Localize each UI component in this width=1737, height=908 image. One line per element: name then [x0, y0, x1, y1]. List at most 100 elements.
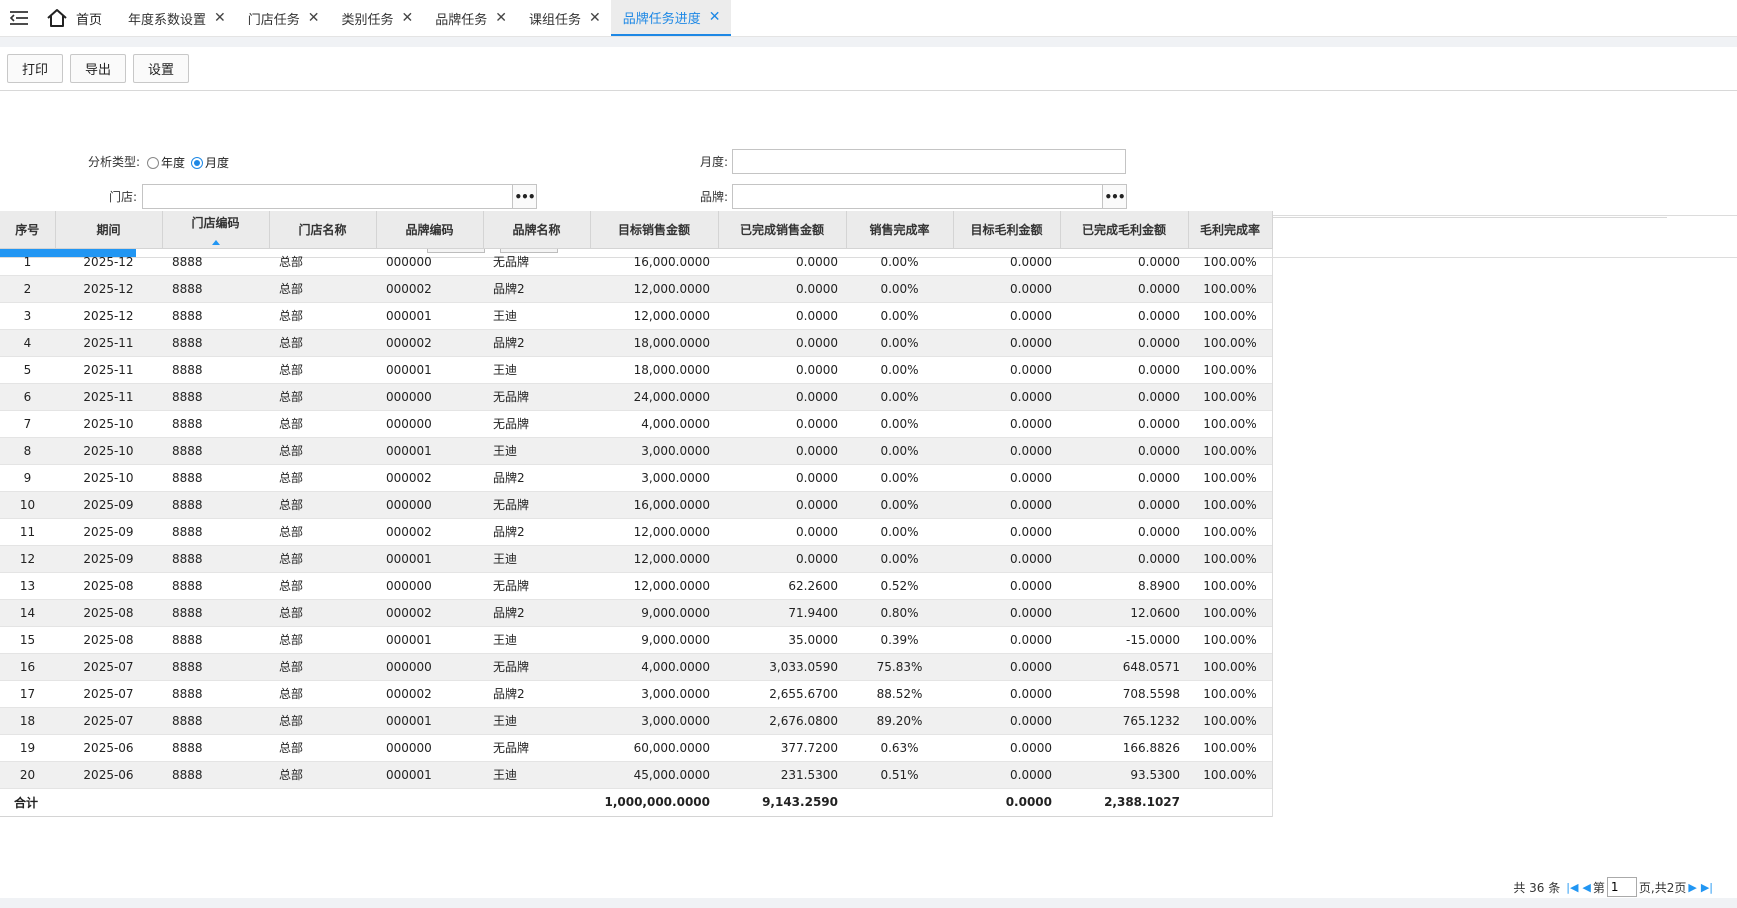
tab-brand-task[interactable]: 品牌任务 ✕: [423, 0, 517, 36]
cell-done-sales: 35.0000: [718, 626, 846, 654]
table-row[interactable]: 3 2025-12 8888 总部 000001 王迪 12,000.0000 0.0000 0…: [0, 302, 1272, 330]
column-header[interactable]: 毛利完成率: [1188, 211, 1273, 249]
column-header[interactable]: 已完成销售金额: [718, 211, 847, 249]
cell-brand-name: 品牌2: [483, 329, 590, 357]
cell-target-sales: 3,000.0000: [590, 464, 718, 492]
cell-done-profit: 0.0000: [1060, 356, 1188, 384]
prev-page-icon[interactable]: ◀: [1582, 881, 1590, 894]
brand-picker-button[interactable]: •••: [1103, 184, 1127, 209]
close-icon[interactable]: ✕: [709, 9, 721, 25]
cell-sales-rate: 89.20%: [846, 707, 953, 735]
table-row[interactable]: 5 2025-11 8888 总部 000001 王迪 18,000.0000 0.0000 0…: [0, 356, 1272, 384]
cell-done-profit: 93.5300: [1060, 761, 1188, 789]
table-row[interactable]: 2 2025-12 8888 总部 000002 品牌2 12,000.0000 0.0000…: [0, 275, 1272, 303]
cell-store-name: 总部: [269, 491, 376, 519]
store-input[interactable]: [142, 184, 513, 209]
export-button[interactable]: 导出: [70, 54, 127, 83]
cell-store-name: 总部: [269, 464, 376, 492]
column-header-store-code[interactable]: 门店编码: [162, 211, 270, 249]
cell-profit-rate: 100.00%: [1188, 410, 1272, 438]
cell-brand-code: 000001: [376, 626, 483, 654]
column-header[interactable]: 目标销售金额: [590, 211, 719, 249]
cell-target-profit: 0.0000: [953, 572, 1060, 600]
print-button[interactable]: 打印: [7, 54, 64, 83]
cell-profit-rate: 100.00%: [1188, 302, 1272, 330]
table-row[interactable]: 11 2025-09 8888 总部 000002 品牌2 12,000.0000 0.000…: [0, 518, 1272, 546]
column-header[interactable]: 期间: [55, 211, 163, 249]
cell-target-profit: 0.0000: [953, 734, 1060, 762]
tab-annual-coefficient[interactable]: 年度系数设置 ✕: [116, 0, 236, 36]
cell-index: 6: [0, 383, 55, 411]
column-header[interactable]: 已完成毛利金额: [1060, 211, 1189, 249]
menu-toggle-icon[interactable]: [0, 0, 38, 36]
table-row[interactable]: 8 2025-10 8888 总部 000001 王迪 3,000.0000 0.0000 0.…: [0, 437, 1272, 465]
column-header[interactable]: 品牌编码: [376, 211, 484, 249]
first-page-icon[interactable]: |◀: [1566, 881, 1578, 894]
table-row[interactable]: 19 2025-06 8888 总部 000000 无品牌 60,000.0000 377.7…: [0, 734, 1272, 762]
tab-store-task[interactable]: 门店任务 ✕: [236, 0, 330, 36]
last-page-icon[interactable]: ▶|: [1701, 881, 1713, 894]
tab-home[interactable]: 首页: [38, 0, 116, 36]
table-row[interactable]: 20 2025-06 8888 总部 000001 王迪 45,000.0000 231.53…: [0, 761, 1272, 789]
table-row[interactable]: 7 2025-10 8888 总部 000000 无品牌 4,000.0000 0.0000 0…: [0, 410, 1272, 438]
cell-period: 2025-07: [55, 680, 162, 708]
store-picker-button[interactable]: •••: [513, 184, 537, 209]
cell-sales-rate: 0.51%: [846, 761, 953, 789]
close-icon[interactable]: ✕: [589, 10, 601, 26]
column-header[interactable]: 门店名称: [269, 211, 377, 249]
column-header-label: 门店编码: [191, 216, 240, 230]
cell-brand-code: 000000: [376, 383, 483, 411]
table-row[interactable]: 18 2025-07 8888 总部 000001 王迪 3,000.0000 2,676.0…: [0, 707, 1272, 735]
column-header[interactable]: 目标毛利金额: [953, 211, 1061, 249]
cell-done-profit: 0.0000: [1060, 545, 1188, 573]
cell-done-profit: 0.0000: [1060, 275, 1188, 303]
table-row[interactable]: 4 2025-11 8888 总部 000002 品牌2 18,000.0000 0.0000…: [0, 329, 1272, 357]
next-page-icon[interactable]: ▶: [1688, 881, 1696, 894]
table-row[interactable]: 1 2025-12 8888 总部 000000 无品牌 16,000.0000 0.0000…: [0, 248, 1272, 276]
table-row[interactable]: 6 2025-11 8888 总部 000000 无品牌 24,000.0000 0.0000…: [0, 383, 1272, 411]
close-icon[interactable]: ✕: [214, 10, 226, 26]
close-icon[interactable]: ✕: [308, 10, 320, 26]
table-row[interactable]: 12 2025-09 8888 总部 000001 王迪 12,000.0000 0.0000…: [0, 545, 1272, 573]
column-header[interactable]: 品牌名称: [483, 211, 591, 249]
cell-brand-code: 000000: [376, 491, 483, 519]
cell-target-sales: 45,000.0000: [590, 761, 718, 789]
cell-sales-rate: 0.63%: [846, 734, 953, 762]
column-header[interactable]: 销售完成率: [846, 211, 954, 249]
cell-brand-name: 无品牌: [483, 734, 590, 762]
year-radio[interactable]: [147, 156, 159, 169]
month-input[interactable]: [732, 149, 1126, 174]
table-row[interactable]: 13 2025-08 8888 总部 000000 无品牌 12,000.0000 62.26…: [0, 572, 1272, 600]
month-radio-label[interactable]: 月度: [205, 154, 229, 171]
cell-sales-rate: 0.00%: [846, 545, 953, 573]
cell-brand-code: 000002: [376, 464, 483, 492]
cell-target-profit: 0.0000: [953, 356, 1060, 384]
cell-store-name: 总部: [269, 302, 376, 330]
cell-store-code: 8888: [162, 653, 269, 681]
close-icon[interactable]: ✕: [402, 10, 414, 26]
table-row[interactable]: 16 2025-07 8888 总部 000000 无品牌 4,000.0000 3,033.…: [0, 653, 1272, 681]
cell-brand-code: 000001: [376, 356, 483, 384]
tab-group-task[interactable]: 课组任务 ✕: [517, 0, 611, 36]
year-radio-label[interactable]: 年度: [161, 154, 185, 171]
close-icon[interactable]: ✕: [495, 10, 507, 26]
tab-category-task[interactable]: 类别任务 ✕: [330, 0, 424, 36]
table-row[interactable]: 15 2025-08 8888 总部 000001 王迪 9,000.0000 35.0000…: [0, 626, 1272, 654]
brand-input[interactable]: [732, 184, 1103, 209]
sort-ascending-icon: [211, 239, 220, 245]
month-radio[interactable]: [191, 156, 204, 169]
cell-target-sales: 16,000.0000: [590, 491, 718, 519]
page-number-input[interactable]: [1606, 877, 1637, 897]
cell-period: 2025-12: [55, 302, 162, 330]
cell-target-sales: 4,000.0000: [590, 410, 718, 438]
table-row[interactable]: 14 2025-08 8888 总部 000002 品牌2 9,000.0000 71.940…: [0, 599, 1272, 627]
settings-button[interactable]: 设置: [133, 54, 190, 83]
cell-target-profit: 0.0000: [953, 761, 1060, 789]
page-prefix: 第: [1592, 880, 1605, 895]
column-header[interactable]: 序号: [0, 211, 56, 249]
cell-target-sales: 9,000.0000: [590, 599, 718, 627]
table-row[interactable]: 17 2025-07 8888 总部 000002 品牌2 3,000.0000 2,655.…: [0, 680, 1272, 708]
table-row[interactable]: 10 2025-09 8888 总部 000000 无品牌 16,000.0000 0.000…: [0, 491, 1272, 519]
table-row[interactable]: 9 2025-10 8888 总部 000002 品牌2 3,000.0000 0.0000 0…: [0, 464, 1272, 492]
tab-brand-task-progress[interactable]: 品牌任务进度 ✕: [610, 0, 731, 36]
